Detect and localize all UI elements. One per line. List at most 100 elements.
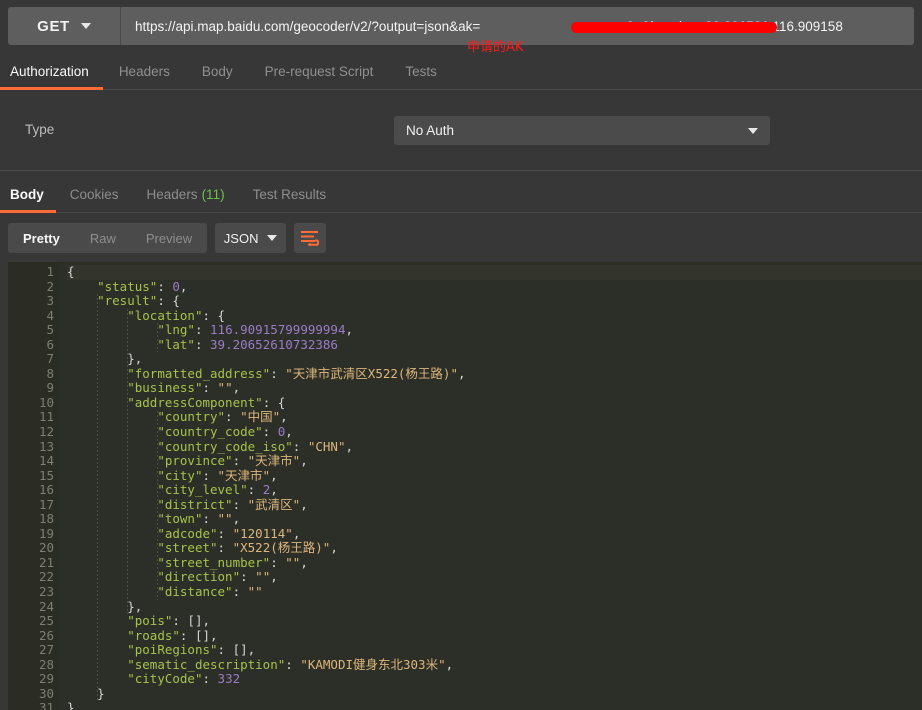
code-line: "roads": [],	[67, 627, 922, 644]
code-token: "formatted_address"	[127, 365, 271, 381]
response-tabs: Body Cookies Headers (11) Test Results	[0, 177, 922, 213]
code-token: },	[127, 598, 143, 614]
line-number: 14	[38, 453, 54, 469]
code-token: : [],	[179, 627, 218, 643]
line-number: 22	[38, 569, 54, 585]
line-number: 8	[46, 365, 54, 381]
code-token: ,	[345, 438, 354, 454]
code-token: "province"	[157, 453, 233, 469]
code-token: "天津市"	[247, 453, 301, 469]
code-token: 0	[172, 278, 180, 294]
code-token: :	[232, 453, 248, 469]
tab-headers[interactable]: Headers	[103, 53, 186, 89]
response-body-editor[interactable]: 1 2 3 4 5 6 7 8 9 10 11 12 13 14 15 16 17 18 19 20 21 22 23 24 2…	[8, 262, 922, 710]
line-number: 28	[38, 656, 54, 672]
code-token: ,	[458, 365, 466, 381]
code-token: ""	[247, 584, 263, 600]
code-token: "cityCode"	[127, 671, 203, 687]
code-token: :	[202, 380, 218, 396]
code-token: ,	[232, 511, 241, 527]
code-token: :	[262, 424, 278, 440]
code-token: :	[232, 584, 248, 600]
line-number: 16	[38, 482, 54, 498]
line-number: 31	[38, 700, 54, 710]
code-token: "street_number"	[157, 554, 271, 570]
http-method-select[interactable]: GET	[8, 7, 121, 45]
code-token: "KAMODI健身东北303米"	[300, 656, 446, 672]
code-token: :	[292, 438, 308, 454]
response-tab-headers[interactable]: Headers (11)	[133, 177, 239, 212]
language-select[interactable]: JSON	[215, 223, 287, 253]
chevron-down-icon	[748, 127, 758, 134]
code-line: "town": "",	[67, 512, 922, 527]
code-token: "city"	[157, 467, 203, 483]
code-token: ,	[445, 656, 454, 672]
format-raw-button[interactable]: Raw	[75, 223, 131, 253]
code-token: ""	[285, 554, 301, 570]
format-preview-button[interactable]: Preview	[131, 223, 207, 253]
code-token: :	[217, 525, 233, 541]
code-line: "poiRegions": [],	[67, 642, 922, 658]
line-number: 13	[38, 438, 54, 454]
code-line: "adcode": "120114",	[67, 525, 922, 542]
code-line: "status": 0,	[67, 278, 922, 295]
line-number: 6	[46, 336, 54, 352]
code-token: :	[240, 569, 256, 585]
response-tab-cookies[interactable]: Cookies	[56, 177, 133, 212]
tab-pre-request-script[interactable]: Pre-request Script	[249, 53, 390, 89]
code-token: "CHN"	[307, 438, 346, 454]
code-token: : {	[202, 307, 226, 323]
code-token: ,	[330, 540, 338, 556]
ak-redaction-bar	[571, 22, 777, 33]
code-line: "lat": 39.20652610732386	[67, 336, 922, 353]
response-tab-test-results[interactable]: Test Results	[239, 177, 341, 212]
code-token: ""	[255, 569, 271, 585]
editor-code-area[interactable]: { "status": 0, "result": { "location": {…	[58, 262, 922, 710]
code-token: :	[202, 511, 218, 527]
code-token: 39.20652610732386	[210, 336, 338, 352]
code-token: ""	[217, 380, 233, 396]
code-line: },	[67, 352, 922, 367]
response-headers-count: (11)	[201, 187, 225, 202]
line-number: 23	[38, 584, 54, 600]
code-line: "distance": ""	[67, 584, 922, 600]
code-line: "result": {	[67, 293, 922, 309]
line-number: 26	[38, 627, 54, 643]
line-number: 15	[38, 467, 54, 483]
code-token: "poiRegions"	[127, 642, 218, 658]
code-token: ,	[270, 482, 278, 498]
code-token: :	[285, 656, 301, 672]
line-number: 4	[8, 308, 67, 324]
code-token: ,	[270, 467, 278, 483]
tab-tests[interactable]: Tests	[389, 53, 453, 89]
format-pretty-button[interactable]: Pretty	[8, 223, 75, 253]
tab-authorization[interactable]: Authorization	[0, 53, 103, 90]
request-url-bar: GET https://api.map.baidu.com/geocoder/v…	[8, 7, 914, 45]
line-number: 27	[38, 642, 54, 658]
code-token: "city_level"	[157, 482, 248, 498]
code-token: "business"	[127, 380, 203, 396]
request-tabs: Authorization Headers Body Pre-request S…	[0, 53, 922, 90]
line-number: 29	[38, 671, 54, 687]
auth-type-label: Type	[25, 122, 55, 137]
code-token: ,	[300, 554, 308, 570]
word-wrap-toggle-button[interactable]	[294, 223, 327, 253]
code-token: :	[202, 671, 218, 687]
auth-type-select[interactable]: No Auth	[394, 116, 770, 145]
code-token: :	[232, 496, 248, 512]
code-token: :	[217, 540, 233, 556]
line-number: 21	[38, 554, 54, 570]
response-tab-body[interactable]: Body	[0, 177, 56, 213]
code-token: "lng"	[157, 322, 195, 338]
code-token: ,	[270, 569, 278, 585]
code-token: }	[67, 700, 75, 710]
code-line: "direction": "",	[67, 570, 922, 585]
tab-body[interactable]: Body	[186, 53, 249, 89]
code-token: "district"	[157, 496, 233, 512]
word-wrap-icon	[301, 230, 320, 246]
code-token: ,	[300, 496, 308, 512]
code-token: ,	[179, 278, 188, 294]
code-line: "country": "中国",	[67, 410, 922, 425]
code-token: "location"	[127, 307, 203, 323]
code-token: ,	[232, 380, 241, 396]
